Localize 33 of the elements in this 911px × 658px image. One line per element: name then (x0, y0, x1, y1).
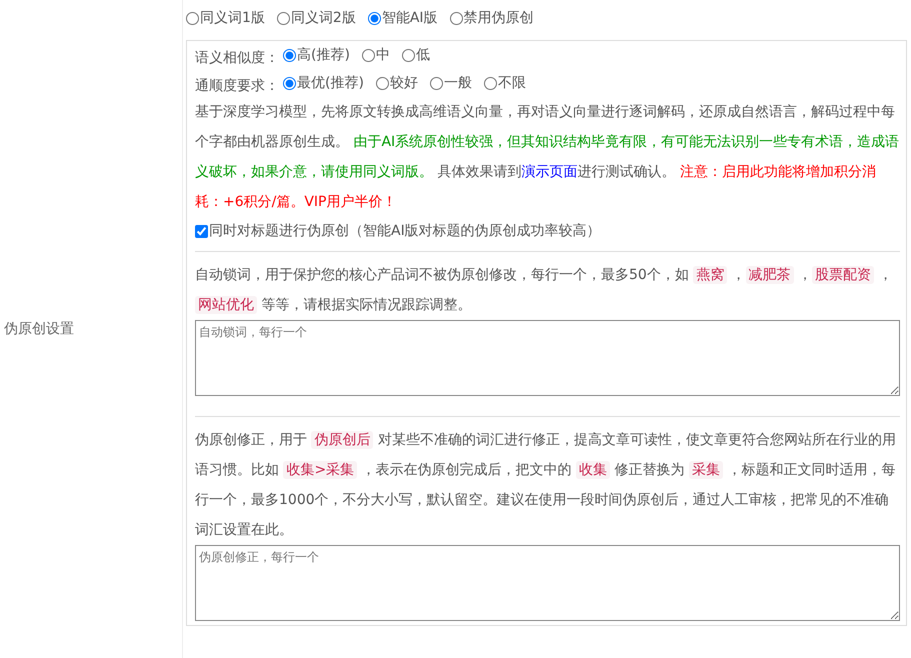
option-label: 通顺度要求： (195, 78, 279, 94)
radio-label[interactable]: 同义词1版 (200, 8, 265, 29)
radio-label[interactable]: 同义词2版 (290, 8, 356, 29)
radio-button[interactable] (283, 49, 296, 62)
radio-label[interactable]: 禁用伪原创 (464, 8, 534, 29)
radio-button[interactable] (283, 77, 296, 90)
lock-words-field[interactable]: 自动锁词，每行一个 (195, 320, 900, 396)
radio-label[interactable]: 不限 (498, 73, 526, 94)
radio-label[interactable]: 一般 (444, 73, 472, 94)
radio-button[interactable] (362, 49, 375, 62)
option-label: 语义相似度： (195, 50, 279, 66)
radio-label[interactable]: 智能AI版 (382, 8, 438, 29)
radio-label[interactable]: 最优(推荐) (297, 73, 364, 94)
radio-label[interactable]: 中 (376, 45, 390, 66)
description-text: 基于深度学习模型，先将原文转换成高维语义向量，再对语义向量进行逐词解码，还原成自然语言，解码过程中每个字都由机器原创生成。 由于AI系统原创性较强，但其知识结构毕竟有限，有可能无法识别一些专有术语，造成语义破坏，如果介意，请使用同义词版。 具体效果请到演示页面进行测试确认。 注意：启用此功能将增加积分消耗：+6积分/篇。VIP用户半价！ (195, 103, 900, 212)
radio-button[interactable] (450, 12, 463, 25)
radio-button[interactable] (368, 12, 381, 25)
radio-button[interactable] (276, 12, 290, 25)
radio-label[interactable]: 高(推荐) (297, 45, 350, 66)
field-label: 伪原创设置 (3, 320, 74, 338)
checkbox-label[interactable]: 同时对标题进行伪原创（智能AI版对标题的伪原创成功率较高） (209, 221, 601, 242)
radio-button[interactable] (430, 77, 443, 90)
lock-words-description: 自动锁词，用于保护您的核心产品词不被伪原创修改，每行一个，最多50个，如 燕窝 ， 减肥茶 ， 股票配资 ， 网站优化 等等，请根据实际情况跟踪调整。 (195, 265, 894, 316)
radio-button[interactable] (186, 12, 199, 25)
radio-label[interactable]: 低 (416, 45, 430, 66)
radio-button[interactable] (484, 77, 497, 90)
radio-label[interactable]: 较好 (390, 73, 418, 94)
demo-link[interactable]: 演示页面 (521, 164, 578, 180)
corrections-description: 伪原创修正，用于 伪原创后 对某些不准确的词汇进行修正，提高文章可读性，使文章更符合您网站所在行业的用语习惯。比如 收集>采集 ，表示在伪原创完成后，把文中的 收集 修正替换为 采集 ，标题和正文同时适用，每行一个，最多1000个，不分大小写，默认留空。建议在使用一段时间伪原创后，通过人工审核，把常见的不准确词汇设置在此。 (195, 430, 897, 540)
title-checkbox[interactable] (195, 225, 208, 238)
radio-button[interactable] (376, 77, 389, 90)
radio-button[interactable] (402, 49, 415, 62)
corrections-field[interactable]: 伪原创修正，每行一个 (195, 545, 900, 621)
